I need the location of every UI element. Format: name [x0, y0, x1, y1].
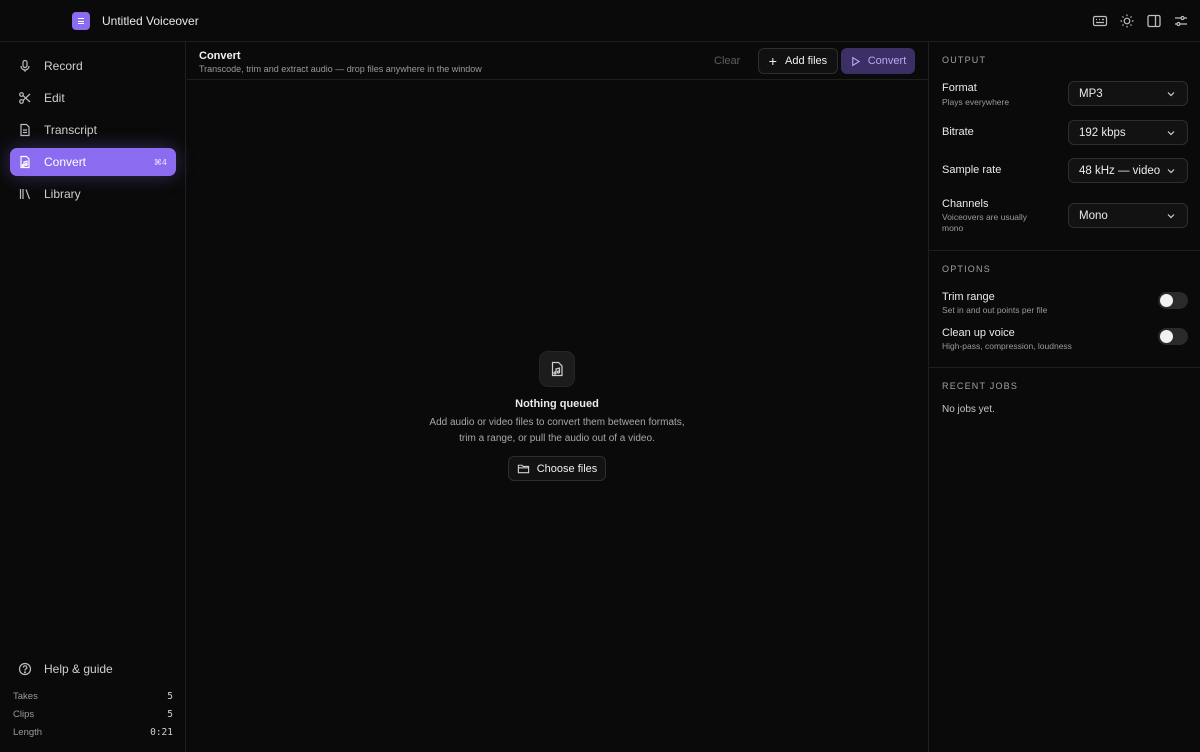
choose-files-button[interactable]: Choose files: [508, 456, 606, 481]
channels-sub: Voiceovers are usually mono: [942, 212, 1028, 233]
panel-layout-icon[interactable]: [1146, 13, 1162, 29]
sidebar-item-record[interactable]: Record: [10, 52, 176, 80]
sidebar-item-library[interactable]: Library: [10, 180, 176, 208]
sidebar-item-label: Transcript: [44, 123, 97, 137]
sun-icon[interactable]: [1119, 13, 1135, 29]
toggle-knob: [1160, 330, 1173, 343]
help-guide-link[interactable]: Help & guide: [10, 655, 176, 683]
sidebar-item-label: Edit: [44, 91, 65, 105]
sidebar-item-label: Record: [44, 59, 83, 73]
sidebar-item-convert[interactable]: Convert ⌘4: [10, 148, 176, 176]
sidebar-item-edit[interactable]: Edit: [10, 84, 176, 112]
app-title: Untitled Voiceover: [102, 14, 199, 28]
sample-rate-label: Sample rate: [942, 164, 1002, 176]
title-bar: Untitled Voiceover: [0, 0, 1200, 42]
shortcut-hint: ⌘4: [153, 157, 167, 167]
choose-files-label: Choose files: [536, 462, 598, 475]
clean-up-voice-toggle[interactable]: [1158, 328, 1188, 345]
stat-length: Length 0:21: [13, 727, 173, 738]
stat-takes: Takes 5: [13, 691, 173, 702]
main-header: Convert Transcode, trim and extract audi…: [187, 42, 928, 80]
chevron-down-icon: [1166, 166, 1176, 176]
bitrate-value: 192 kbps: [1079, 126, 1126, 139]
mic-icon: [18, 59, 32, 73]
convert-label: Convert: [867, 55, 907, 67]
keyboard-icon[interactable]: [1092, 13, 1108, 29]
stat-value: 5: [167, 709, 173, 720]
clean-up-voice-label: Clean up voice: [942, 327, 1015, 339]
chevron-down-icon: [1166, 211, 1176, 221]
format-sub: Plays everywhere: [942, 97, 1010, 107]
play-icon: [851, 56, 860, 66]
document-icon: [18, 123, 32, 137]
output-section-title: OUTPUT: [942, 55, 987, 65]
bitrate-select[interactable]: 192 kbps: [1068, 120, 1188, 145]
page-subtitle: Transcode, trim and extract audio — drop…: [199, 64, 482, 74]
folder-icon: [517, 464, 529, 474]
toggle-knob: [1160, 294, 1173, 307]
clear-button[interactable]: Clear: [714, 55, 740, 67]
options-section-title: OPTIONS: [942, 264, 991, 274]
file-audio-icon: [539, 351, 575, 387]
channels-select[interactable]: Mono: [1068, 203, 1188, 228]
sample-rate-select[interactable]: 48 kHz — video: [1068, 158, 1188, 183]
trim-range-sub: Set in and out points per file: [942, 305, 1048, 315]
chevron-down-icon: [1166, 128, 1176, 138]
app-logo-icon: [72, 12, 90, 30]
file-audio-icon: [18, 155, 32, 169]
scissors-icon: [18, 91, 32, 105]
stat-value: 0:21: [150, 727, 173, 738]
clean-up-voice-sub: High-pass, compression, loudness: [942, 341, 1072, 351]
sliders-icon[interactable]: [1173, 13, 1189, 29]
add-files-label: Add files: [784, 55, 828, 67]
sidebar-item-label: Library: [44, 187, 81, 201]
add-files-button[interactable]: + Add files: [758, 48, 838, 74]
format-value: MP3: [1079, 87, 1103, 100]
stat-label: Length: [13, 727, 43, 738]
convert-button[interactable]: Convert: [841, 48, 915, 74]
stat-label: Clips: [13, 709, 35, 720]
stat-label: Takes: [13, 691, 38, 702]
stat-value: 5: [167, 691, 173, 702]
trim-range-toggle[interactable]: [1158, 292, 1188, 309]
channels-value: Mono: [1079, 209, 1108, 222]
sidebar: Record Edit Transcript Convert ⌘4 Librar…: [0, 42, 186, 752]
format-select[interactable]: MP3: [1068, 81, 1188, 106]
sample-rate-value: 48 kHz — video: [1079, 164, 1161, 177]
format-label: Format: [942, 82, 977, 94]
no-jobs-text: No jobs yet.: [942, 404, 995, 415]
sidebar-item-label: Convert: [44, 155, 87, 169]
empty-state-title: Nothing queued: [515, 398, 599, 410]
library-icon: [18, 187, 32, 201]
bitrate-label: Bitrate: [942, 126, 974, 138]
help-label: Help & guide: [44, 662, 113, 676]
divider: [929, 367, 1200, 368]
recent-jobs-title: RECENT JOBS: [942, 381, 1019, 391]
settings-panel: OUTPUT Format Plays everywhere MP3 Bitra…: [928, 42, 1200, 752]
sidebar-item-transcript[interactable]: Transcript: [10, 116, 176, 144]
divider: [929, 250, 1200, 251]
trim-range-label: Trim range: [942, 291, 995, 303]
chevron-down-icon: [1166, 89, 1176, 99]
channels-label: Channels: [942, 198, 989, 210]
stat-clips: Clips 5: [13, 709, 173, 720]
help-circle-icon: [18, 662, 32, 676]
empty-state-description: Add audio or video files to convert them…: [429, 417, 685, 444]
plus-icon: +: [768, 53, 777, 69]
page-title: Convert: [199, 50, 241, 62]
